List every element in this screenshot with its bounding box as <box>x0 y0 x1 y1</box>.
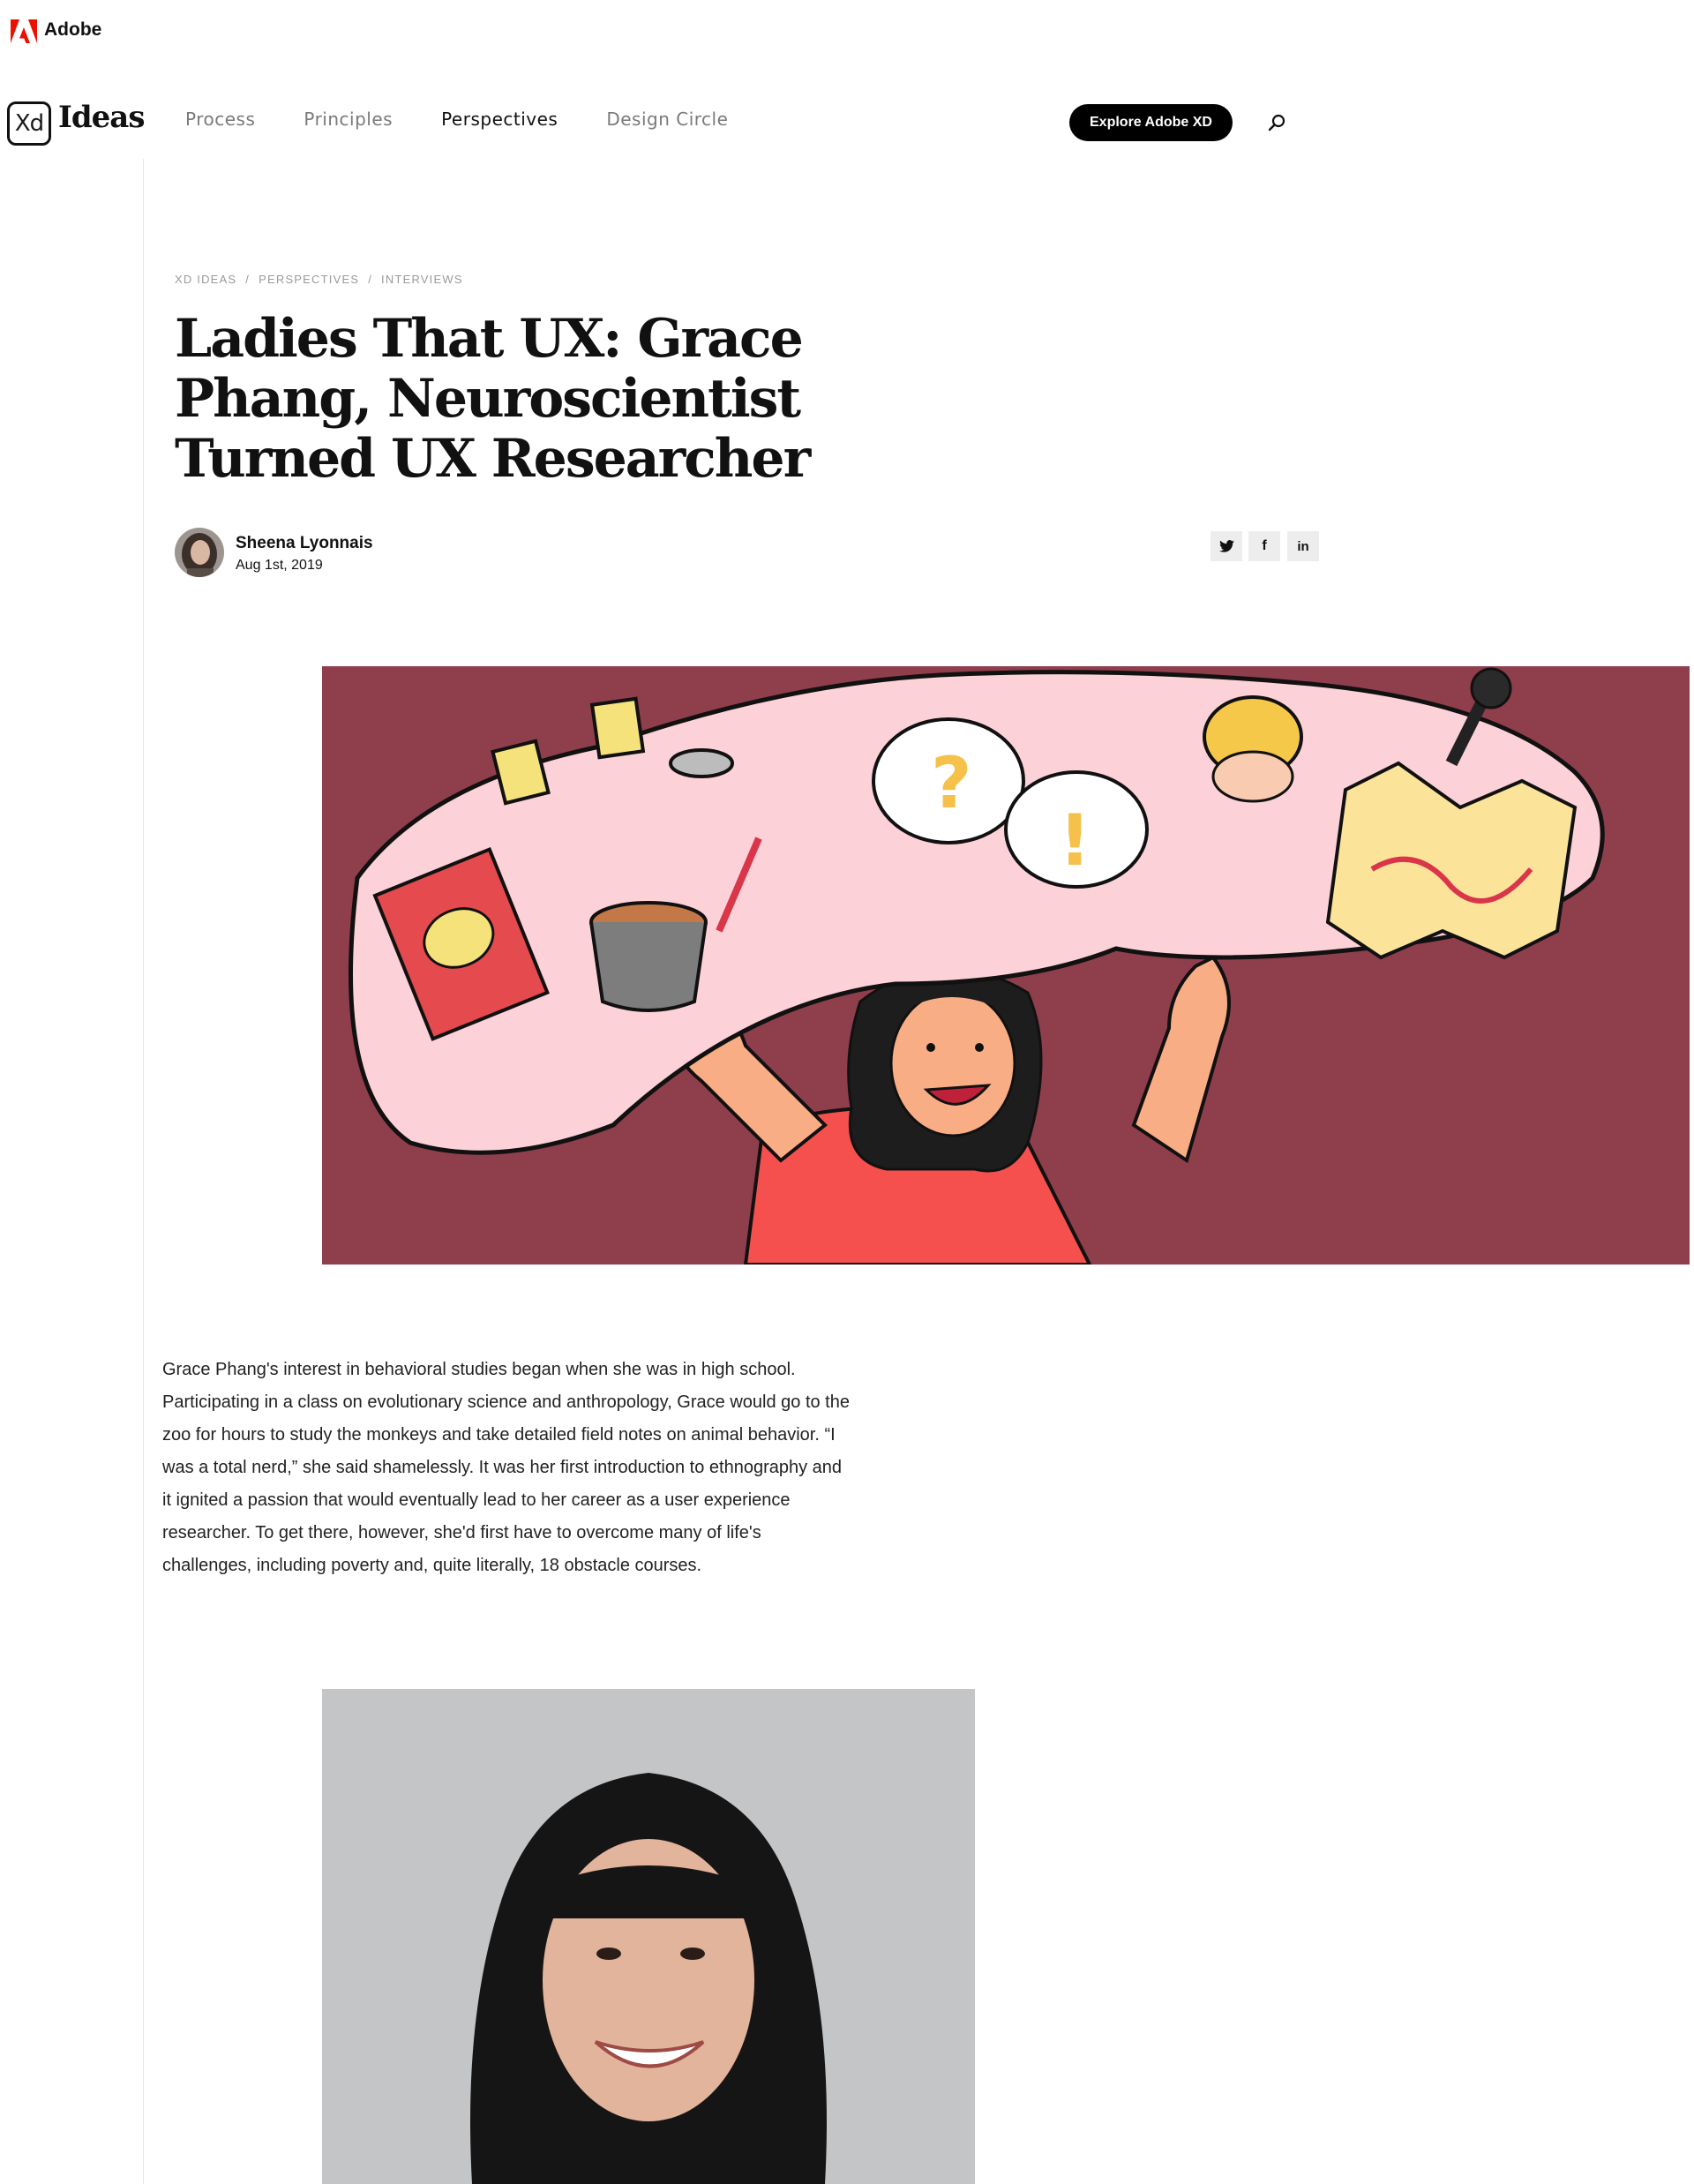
search-icon[interactable] <box>1266 112 1287 133</box>
breadcrumb-separator: / <box>368 273 373 286</box>
linkedin-icon: in <box>1297 538 1309 554</box>
xd-logo-badge[interactable]: Xd <box>7 101 51 146</box>
adobe-global-bar: Adobe <box>0 0 1694 62</box>
hero-illustration: ? ! <box>322 666 1690 1265</box>
twitter-icon <box>1218 540 1234 552</box>
publish-date: Aug 1st, 2019 <box>236 558 323 573</box>
main-nav: Process Principles Perspectives Design C… <box>185 109 776 130</box>
explore-adobe-xd-button[interactable]: Explore Adobe XD <box>1069 104 1233 141</box>
author-avatar[interactable] <box>175 528 224 577</box>
nav-item-principles[interactable]: Principles <box>304 109 393 130</box>
article-title: Ladies That UX: Grace Phang, Neuroscient… <box>175 308 811 490</box>
breadcrumb-interviews[interactable]: INTERVIEWS <box>381 273 463 286</box>
left-divider <box>143 159 144 2184</box>
nav-item-perspectives[interactable]: Perspectives <box>441 109 558 130</box>
facebook-icon: f <box>1262 538 1267 553</box>
twitter-share-button[interactable] <box>1211 531 1242 561</box>
nav-item-design-circle[interactable]: Design Circle <box>606 109 728 130</box>
facebook-share-button[interactable]: f <box>1248 531 1280 561</box>
ideas-wordmark[interactable]: Ideas <box>58 100 145 135</box>
breadcrumb: XD IDEAS / PERSPECTIVES / INTERVIEWS <box>175 273 463 286</box>
article-intro-paragraph: Grace Phang's interest in behavioral stu… <box>162 1360 850 1575</box>
breadcrumb-separator: / <box>245 273 251 286</box>
svg-text:!: ! <box>1059 799 1091 882</box>
adobe-logo-icon[interactable] <box>11 19 37 43</box>
linkedin-share-button[interactable]: in <box>1287 531 1319 561</box>
svg-text:?: ? <box>931 742 971 824</box>
grace-phang-portrait <box>322 1689 975 2184</box>
author-name[interactable]: Sheena Lyonnais <box>236 534 373 553</box>
breadcrumb-perspectives[interactable]: PERSPECTIVES <box>259 273 359 286</box>
adobe-wordmark[interactable]: Adobe <box>44 19 101 41</box>
breadcrumb-xd-ideas[interactable]: XD IDEAS <box>175 273 236 286</box>
nav-item-process[interactable]: Process <box>185 109 255 130</box>
